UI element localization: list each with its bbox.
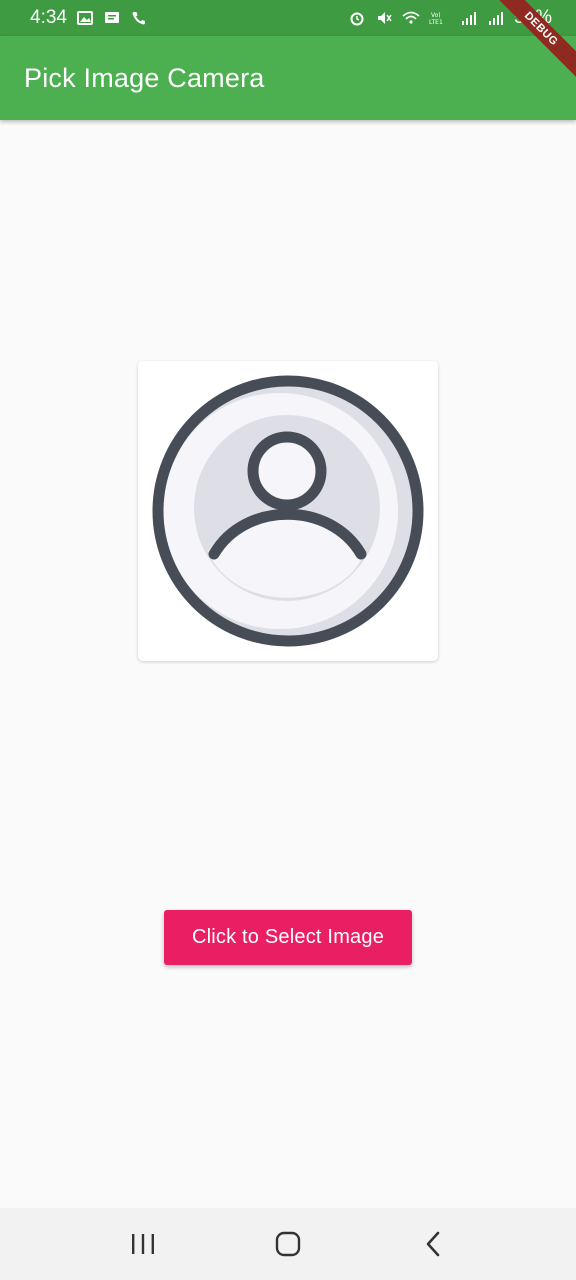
status-time: 4:34 bbox=[30, 7, 67, 28]
image-card bbox=[138, 361, 438, 661]
recents-button[interactable] bbox=[113, 1214, 173, 1274]
svg-text:LTE1: LTE1 bbox=[429, 19, 443, 26]
volte-icon: Vo) LTE1 bbox=[429, 9, 451, 27]
signal-icon bbox=[460, 9, 478, 27]
svg-text:Vo): Vo) bbox=[431, 12, 441, 19]
alarm-icon bbox=[348, 9, 366, 27]
home-button[interactable] bbox=[258, 1214, 318, 1274]
mute-icon bbox=[375, 9, 393, 27]
message-icon bbox=[103, 9, 121, 27]
back-icon bbox=[427, 1231, 440, 1257]
signal-icon-2 bbox=[487, 9, 505, 27]
wifi-icon bbox=[402, 9, 420, 27]
status-right: Vo) LTE1 58% bbox=[348, 7, 552, 29]
back-button[interactable] bbox=[403, 1214, 463, 1274]
select-image-button[interactable]: Click to Select Image bbox=[164, 910, 412, 965]
status-left: 4:34 bbox=[30, 7, 148, 29]
avatar-placeholder-icon bbox=[152, 375, 424, 647]
page-title: Pick Image Camera bbox=[24, 62, 265, 93]
navigation-bar bbox=[0, 1208, 576, 1280]
battery-percent: 58% bbox=[513, 7, 552, 28]
gallery-icon bbox=[76, 9, 94, 27]
wifi-calling-icon bbox=[130, 9, 148, 27]
status-bar: 4:34 Vo) LTE1 58% bbox=[0, 0, 576, 36]
app-bar: Pick Image Camera bbox=[0, 36, 576, 120]
home-icon bbox=[275, 1231, 301, 1257]
recents-icon bbox=[131, 1234, 154, 1254]
